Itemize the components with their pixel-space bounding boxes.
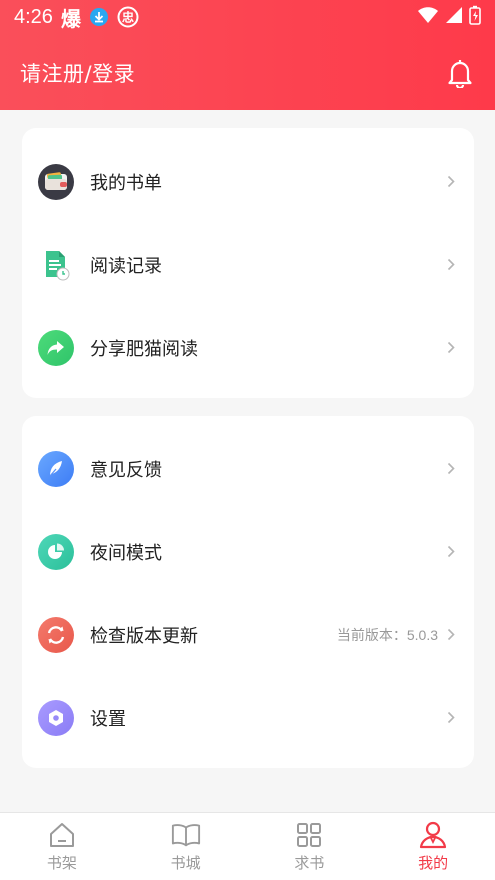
chevron-right-icon	[444, 545, 458, 559]
menu-item-label: 分享肥猫阅读	[90, 338, 198, 360]
menu-item-label: 设置	[90, 708, 126, 730]
bottom-tab-bar: 书架 书城 求书 我的	[0, 812, 495, 880]
tab-request-book[interactable]: 求书	[248, 813, 372, 880]
menu-item-share[interactable]: 分享肥猫阅读	[22, 306, 474, 389]
menu-item-label: 意见反馈	[90, 459, 162, 481]
menu-item-night-mode[interactable]: 夜间模式	[22, 510, 474, 593]
document-clock-icon	[38, 247, 74, 283]
menu-item-label: 我的书单	[90, 172, 162, 194]
tab-label: 求书	[294, 854, 325, 872]
title-row: 请注册/登录	[0, 48, 495, 98]
battery-icon	[469, 5, 481, 30]
menu-item-check-update[interactable]: 检查版本更新 当前版本：5.0.3	[22, 593, 474, 676]
share-icon	[38, 329, 74, 366]
menu-item-reading-history[interactable]: 阅读记录	[22, 223, 474, 306]
login-title[interactable]: 请注册/登录	[20, 58, 135, 88]
pie-chart-icon	[38, 533, 74, 570]
menu-item-settings[interactable]: 设置	[22, 676, 474, 759]
chevron-right-icon	[444, 628, 458, 642]
house-icon	[47, 820, 77, 850]
menu-item-label: 检查版本更新	[90, 625, 198, 647]
header: 4:26 爆 忠 请注册/登录	[0, 0, 495, 110]
tab-bookstore[interactable]: 书城	[124, 813, 248, 880]
svg-text:忠: 忠	[122, 10, 134, 25]
feather-icon	[38, 450, 74, 487]
status-time: 4:26	[14, 5, 53, 28]
menu-card-primary: 我的书单 阅读记录 分享肥猫阅读	[22, 128, 474, 398]
chevron-right-icon	[444, 462, 458, 476]
status-bar: 4:26 爆 忠	[0, 0, 495, 34]
version-text: 当前版本：5.0.3	[336, 626, 438, 643]
menu-item-feedback[interactable]: 意见反馈	[22, 427, 474, 510]
notification-glyph: 爆	[60, 6, 81, 31]
hexagon-gear-icon	[38, 699, 74, 736]
app-badge-icon: 忠	[117, 6, 139, 28]
menu-item-booklist[interactable]: 我的书单	[22, 140, 474, 223]
chevron-right-icon	[444, 258, 458, 272]
tab-label: 书架	[46, 854, 77, 872]
wallet-icon	[38, 163, 74, 200]
tab-mine[interactable]: 我的	[371, 813, 495, 880]
menu-item-label: 夜间模式	[90, 542, 162, 564]
refresh-icon	[38, 616, 74, 653]
download-icon	[89, 7, 109, 27]
tab-bookshelf[interactable]: 书架	[0, 813, 124, 880]
open-book-icon	[171, 820, 201, 850]
signal-icon	[445, 5, 463, 29]
wifi-icon	[417, 5, 439, 29]
chevron-right-icon	[444, 711, 458, 725]
tab-label: 书城	[170, 854, 201, 872]
chevron-right-icon	[444, 175, 458, 189]
person-icon	[418, 820, 448, 850]
menu-card-secondary: 意见反馈 夜间模式 检查版本更新 当前版本：5.0.3 设置	[22, 416, 474, 768]
chevron-right-icon	[444, 341, 458, 355]
menu-item-label: 阅读记录	[90, 255, 162, 277]
bell-icon[interactable]	[445, 58, 475, 88]
grid-icon	[294, 820, 324, 850]
tab-label: 我的	[418, 854, 449, 872]
